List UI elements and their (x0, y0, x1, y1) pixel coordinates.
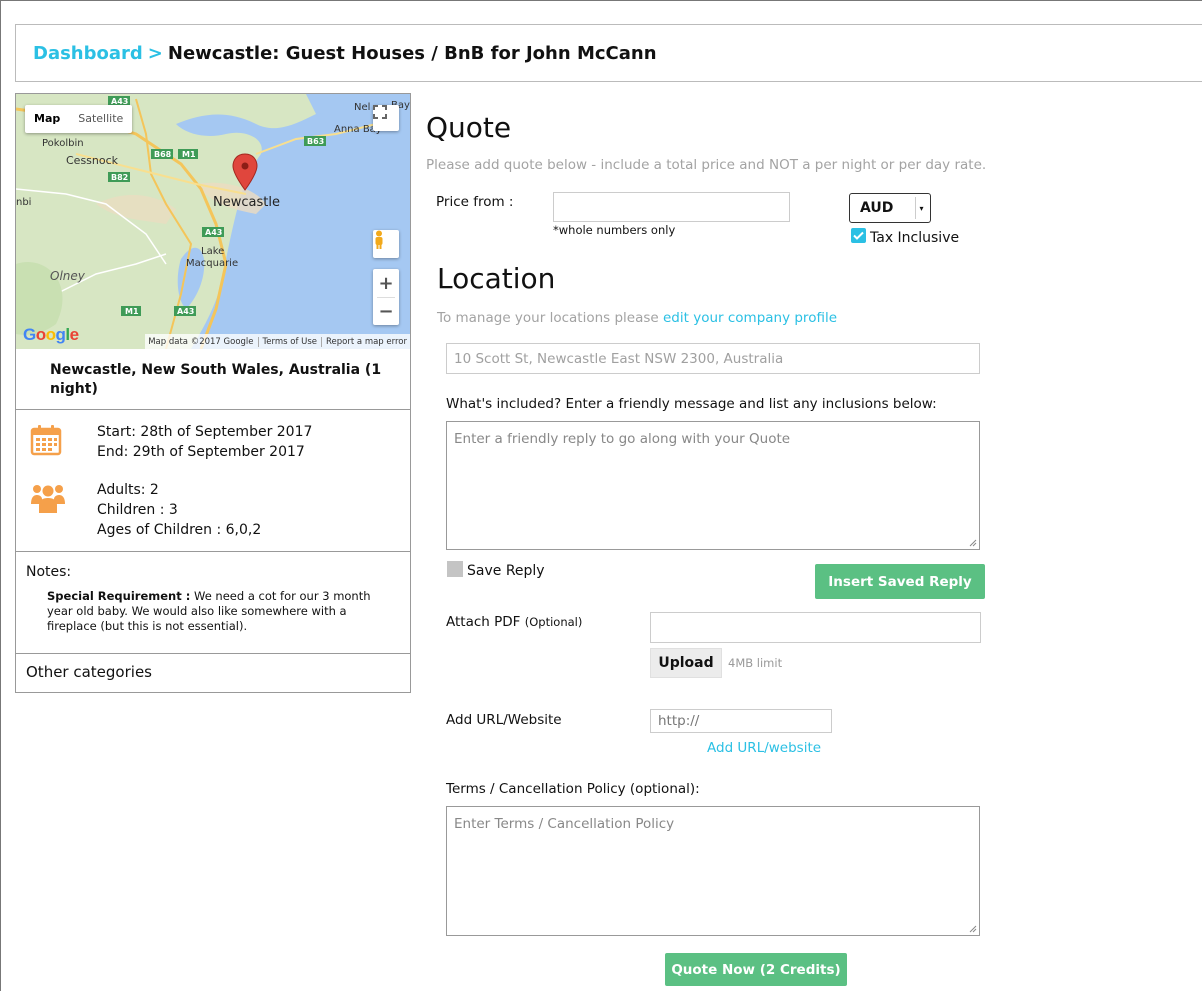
start-date: Start: 28th of September 2017 (97, 424, 313, 440)
map[interactable]: A43 B68 M1 B82 B63 A43 M1 A43 Pokolbin C… (16, 94, 410, 349)
terms-of-use-link[interactable]: Terms of Use (257, 336, 317, 347)
upload-button[interactable]: Upload (650, 648, 722, 678)
fullscreen-icon (373, 105, 387, 119)
tax-inclusive-label[interactable]: Tax Inclusive (870, 230, 959, 246)
map-attribution: Map data ©2017 Google Terms of Use Repor… (145, 334, 410, 349)
report-map-error-link[interactable]: Report a map error (321, 336, 407, 347)
location-heading: Location (437, 262, 556, 295)
check-icon (853, 231, 864, 240)
map-place-label: Lake (201, 246, 224, 257)
people-icon (31, 485, 65, 513)
map-road-label: A43 (205, 228, 222, 237)
children-ages: Ages of Children : 6,0,2 (97, 522, 262, 538)
included-label: What's included? Enter a friendly messag… (446, 396, 937, 412)
quote-hint: Please add quote below - include a total… (426, 157, 987, 173)
tax-inclusive-checkbox[interactable] (851, 228, 866, 243)
location-title: Newcastle, New South Wales, Australia (1… (16, 349, 410, 410)
map-road-label: A43 (177, 307, 194, 316)
quote-heading: Quote (426, 111, 512, 144)
map-road-label: M1 (182, 150, 196, 159)
pegman-icon (375, 230, 383, 249)
stay-details: Start: 28th of September 2017 End: 29th … (16, 410, 410, 552)
add-url-link[interactable]: Add URL/website (707, 740, 821, 756)
map-road-label: M1 (125, 307, 139, 316)
breadcrumb: Dashboard > Newcastle: Guest Houses / Bn… (15, 24, 1202, 82)
zoom-out-button[interactable]: − (378, 298, 393, 325)
fullscreen-button[interactable] (373, 105, 399, 131)
special-requirement-label: Special Requirement : (47, 589, 191, 603)
save-reply-checkbox[interactable] (447, 561, 463, 577)
street-view-button[interactable] (373, 230, 399, 258)
attach-pdf-label: Attach PDF (Optional) (446, 614, 582, 630)
adults-count: Adults: 2 (97, 482, 159, 498)
price-label: Price from : (436, 194, 514, 210)
map-road-label: B63 (307, 137, 324, 146)
quote-now-button[interactable]: Quote Now (2 Credits) (665, 953, 847, 986)
url-label: Add URL/Website (446, 712, 562, 728)
map-type-toggle: Map Satellite (25, 105, 133, 133)
price-input[interactable] (553, 192, 790, 222)
map-place-label: Macquarie (186, 258, 238, 269)
included-placeholder: Enter a friendly reply to go along with … (454, 431, 791, 447)
notes-heading: Notes: (26, 564, 72, 580)
map-place-label: nbi (16, 197, 31, 208)
included-textarea[interactable]: Enter a friendly reply to go along with … (446, 421, 980, 550)
children-count: Children : 3 (97, 502, 178, 518)
pdf-file-input[interactable] (650, 612, 981, 643)
location-hint-text: To manage your locations please (437, 310, 663, 326)
map-data-credit: Map data ©2017 Google (148, 336, 254, 347)
terms-label: Terms / Cancellation Policy (optional): (446, 781, 700, 797)
other-categories-link[interactable]: Other categories (16, 654, 410, 690)
save-reply-label[interactable]: Save Reply (467, 563, 545, 579)
map-road-label: B68 (154, 150, 172, 159)
resize-grip-icon[interactable] (968, 538, 977, 547)
map-type-map-button[interactable]: Map (25, 105, 69, 133)
resize-grip-icon[interactable] (968, 924, 977, 933)
breadcrumb-separator: > (147, 42, 163, 64)
map-place-label: Cessnock (66, 154, 119, 167)
notes-text: Special Requirement : We need a cot for … (26, 589, 400, 634)
calendar-icon (30, 425, 62, 456)
url-input[interactable]: http:// (650, 709, 832, 733)
attach-pdf-optional: (Optional) (524, 615, 583, 629)
map-type-satellite-button[interactable]: Satellite (69, 105, 132, 133)
upload-limit: 4MB limit (728, 656, 783, 670)
map-place-label: Pokolbin (42, 138, 84, 149)
map-place-label: Nel (354, 102, 370, 113)
notes-section: Notes: Special Requirement : We need a c… (16, 552, 410, 654)
breadcrumb-dashboard-link[interactable]: Dashboard (33, 43, 143, 64)
insert-saved-reply-button[interactable]: Insert Saved Reply (815, 564, 985, 599)
terms-placeholder: Enter Terms / Cancellation Policy (454, 816, 675, 832)
map-place-label: Newcastle (213, 195, 280, 210)
map-place-label: Olney (50, 269, 86, 283)
currency-value: AUD (860, 200, 894, 216)
price-note: *whole numbers only (553, 223, 676, 237)
currency-select[interactable]: AUD ▾ (849, 193, 931, 223)
zoom-in-button[interactable]: + (378, 270, 393, 297)
edit-company-profile-link[interactable]: edit your company profile (663, 310, 837, 326)
address-input[interactable]: 10 Scott St, Newcastle East NSW 2300, Au… (446, 343, 980, 374)
request-summary-panel: A43 B68 M1 B82 B63 A43 M1 A43 Pokolbin C… (15, 93, 411, 693)
zoom-controls: + − (373, 269, 399, 325)
chevron-down-icon: ▾ (915, 197, 927, 219)
location-hint: To manage your locations please edit you… (437, 310, 837, 326)
google-logo: Google (23, 325, 79, 344)
map-road-label: B82 (111, 173, 128, 182)
end-date: End: 29th of September 2017 (97, 444, 305, 460)
page-title: Newcastle: Guest Houses / BnB for John M… (167, 42, 657, 64)
attach-pdf-text: Attach PDF (446, 614, 521, 630)
terms-textarea[interactable]: Enter Terms / Cancellation Policy (446, 806, 980, 936)
